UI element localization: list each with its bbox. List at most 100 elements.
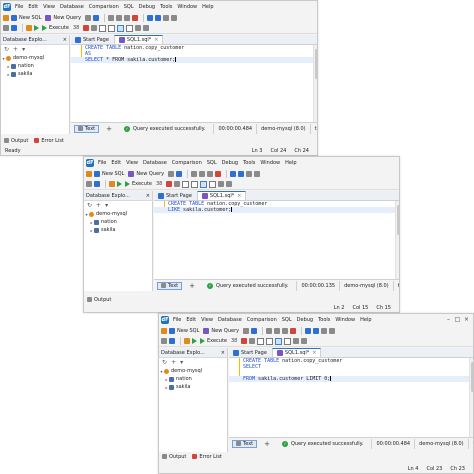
connection-icon[interactable] bbox=[161, 338, 167, 344]
tab-sql1[interactable]: SQL1.sql* × bbox=[113, 35, 164, 44]
transaction-icon[interactable] bbox=[109, 181, 115, 187]
menu-help[interactable]: Help bbox=[285, 160, 296, 166]
toggle-grid-icon[interactable] bbox=[209, 180, 217, 188]
stop-icon[interactable] bbox=[166, 181, 173, 187]
tree-database-nation[interactable]: ▸ nation bbox=[1, 62, 69, 70]
connection-icon[interactable] bbox=[3, 25, 9, 31]
vertical-scrollbar[interactable] bbox=[313, 45, 317, 122]
connect-icon[interactable] bbox=[161, 327, 167, 334]
find-icon[interactable] bbox=[163, 14, 170, 21]
filter-icon[interactable]: ▾ bbox=[180, 359, 183, 366]
tree-database-nation[interactable]: ▸ nation bbox=[84, 218, 152, 226]
menu-file[interactable]: File bbox=[15, 4, 23, 10]
refresh-icon[interactable]: ↻ bbox=[162, 359, 167, 366]
menu-help[interactable]: Help bbox=[202, 4, 213, 10]
add-result-icon[interactable]: + bbox=[106, 125, 112, 133]
toggle-text-icon[interactable] bbox=[117, 24, 125, 32]
format-icon[interactable] bbox=[218, 181, 225, 187]
delete-icon[interactable] bbox=[290, 327, 297, 334]
menu-debug[interactable]: Debug bbox=[139, 4, 155, 10]
tab-start-page[interactable]: Start Page bbox=[229, 348, 271, 357]
run-icon[interactable] bbox=[117, 181, 122, 187]
tab-start-page[interactable]: Start Page bbox=[154, 191, 196, 200]
output-tab[interactable]: Output bbox=[162, 454, 186, 460]
menu-sql[interactable]: SQL bbox=[282, 317, 292, 323]
error-list-tab[interactable]: Error List bbox=[192, 454, 222, 460]
menu-comparison[interactable]: Comparison bbox=[89, 4, 119, 10]
cut-icon[interactable] bbox=[191, 170, 198, 177]
new-connection-icon[interactable]: + bbox=[171, 359, 176, 366]
sql-editor[interactable]: CREATE TABLE nation.copy_customer AS SEL… bbox=[71, 45, 313, 63]
open-icon[interactable] bbox=[85, 14, 92, 21]
scrollbar-thumb[interactable] bbox=[315, 49, 317, 79]
stop-icon[interactable] bbox=[83, 25, 90, 31]
explain-icon[interactable] bbox=[91, 25, 98, 31]
menu-window[interactable]: Window bbox=[335, 317, 355, 323]
menu-tools[interactable]: Tools bbox=[318, 317, 330, 323]
database-icon[interactable] bbox=[11, 25, 17, 31]
save-icon[interactable] bbox=[251, 327, 258, 334]
tree-database-sakila[interactable]: ▸ sakila bbox=[84, 226, 152, 234]
tree-database-sakila[interactable]: ▸ sakila bbox=[159, 383, 227, 391]
menu-debug[interactable]: Debug bbox=[222, 160, 238, 166]
menu-sql[interactable]: SQL bbox=[207, 160, 217, 166]
menu-sql[interactable]: SQL bbox=[124, 4, 134, 10]
close-icon[interactable]: × bbox=[221, 350, 225, 356]
tree-connection[interactable]: ▾ demo-mysql bbox=[159, 367, 227, 375]
menu-database[interactable]: Database bbox=[218, 317, 242, 323]
tab-sql1[interactable]: SQL1.sql* × bbox=[196, 191, 247, 200]
undo-icon[interactable] bbox=[147, 14, 154, 21]
save-icon[interactable] bbox=[93, 14, 100, 21]
sql-editor[interactable]: CREATE TABLE nation.copy_customer SELECT… bbox=[229, 358, 469, 382]
connect-icon[interactable] bbox=[86, 170, 92, 177]
menu-database[interactable]: Database bbox=[143, 160, 167, 166]
new-connection-icon[interactable]: + bbox=[96, 202, 101, 209]
toggle-text-icon[interactable] bbox=[275, 337, 283, 345]
settings-icon[interactable] bbox=[254, 170, 261, 177]
menu-view[interactable]: View bbox=[126, 160, 138, 166]
open-icon[interactable] bbox=[243, 327, 250, 334]
tab-sql1[interactable]: SQL1.sql* × bbox=[271, 348, 322, 357]
new-sql-button[interactable]: New SQL bbox=[11, 14, 41, 21]
toggle-results-icon[interactable] bbox=[257, 337, 265, 345]
toggle-split-icon[interactable] bbox=[191, 180, 199, 188]
settings-icon[interactable] bbox=[171, 14, 178, 21]
transaction-icon[interactable] bbox=[26, 25, 32, 31]
close-tab-icon[interactable]: × bbox=[154, 37, 158, 43]
scrollbar-thumb[interactable] bbox=[397, 205, 399, 235]
menu-comparison[interactable]: Comparison bbox=[247, 317, 277, 323]
redo-icon[interactable] bbox=[313, 327, 320, 334]
minimize-icon[interactable]: – bbox=[444, 316, 453, 323]
text-results-tab[interactable]: Text bbox=[157, 281, 183, 290]
new-sql-button[interactable]: New SQL bbox=[94, 170, 124, 177]
refresh-icon[interactable]: ↻ bbox=[4, 46, 9, 53]
menu-view[interactable]: View bbox=[43, 4, 55, 10]
connect-icon[interactable] bbox=[3, 14, 9, 21]
menu-edit[interactable]: Edit bbox=[186, 317, 196, 323]
toggle-results-icon[interactable] bbox=[99, 24, 107, 32]
save-icon[interactable] bbox=[176, 170, 183, 177]
text-results-tab[interactable]: Text bbox=[232, 439, 258, 448]
copy-icon[interactable] bbox=[199, 170, 206, 177]
toggle-split-icon[interactable] bbox=[108, 24, 116, 32]
cut-icon[interactable] bbox=[108, 14, 115, 21]
tree-connection[interactable]: ▾ demo-mysql bbox=[1, 54, 69, 62]
error-list-tab[interactable]: Error List bbox=[34, 138, 64, 144]
explain-icon[interactable] bbox=[174, 181, 181, 187]
cut-icon[interactable] bbox=[266, 327, 273, 334]
execute-button[interactable]: Execute bbox=[200, 338, 227, 344]
connection-icon[interactable] bbox=[86, 181, 92, 187]
add-result-icon[interactable]: + bbox=[264, 440, 270, 448]
tree-database-nation[interactable]: ▸ nation bbox=[159, 375, 227, 383]
output-tab[interactable]: Output bbox=[87, 297, 111, 303]
menu-view[interactable]: View bbox=[201, 317, 213, 323]
explain-icon[interactable] bbox=[249, 338, 256, 344]
stop-icon[interactable] bbox=[241, 338, 248, 344]
tree-database-sakila[interactable]: ▸ sakila bbox=[1, 70, 69, 78]
paste-icon[interactable] bbox=[282, 327, 289, 334]
undo-icon[interactable] bbox=[305, 327, 312, 334]
text-results-tab[interactable]: Text bbox=[74, 124, 100, 133]
close-window-icon[interactable]: × bbox=[462, 316, 471, 323]
menu-window[interactable]: Window bbox=[177, 4, 197, 10]
menu-debug[interactable]: Debug bbox=[297, 317, 313, 323]
